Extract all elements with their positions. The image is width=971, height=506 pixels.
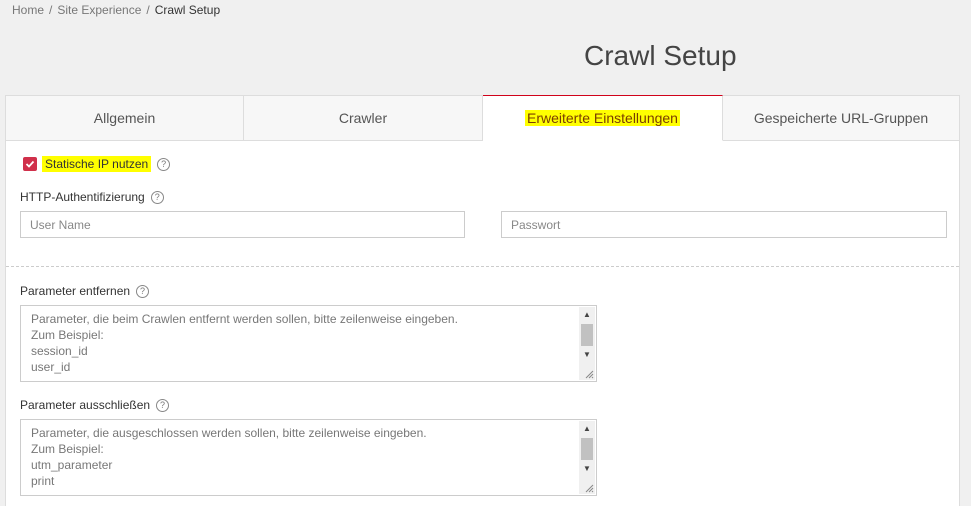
breadcrumb: Home / Site Experience / Crawl Setup (12, 3, 220, 17)
tab-bar: Allgemein Crawler Erweiterte Einstellung… (6, 95, 959, 141)
placeholder-line: Zum Beispiel: (31, 442, 104, 456)
static-ip-label[interactable]: Statische IP nutzen (42, 156, 152, 172)
tab-crawler[interactable]: Crawler (244, 96, 483, 140)
scroll-up-icon[interactable]: ▲ (579, 307, 595, 323)
scroll-thumb[interactable] (581, 324, 593, 346)
breadcrumb-separator: / (49, 3, 53, 17)
breadcrumb-home[interactable]: Home (12, 3, 44, 17)
page-title: Crawl Setup (584, 40, 737, 71)
placeholder-line: utm_parameter (31, 458, 113, 472)
password-field[interactable]: Passwort (501, 211, 947, 238)
http-auth-label: HTTP-Authentifizierung (20, 190, 145, 204)
scroll-down-icon[interactable]: ▼ (579, 461, 595, 477)
remove-params-label: Parameter entfernen (20, 284, 131, 298)
section-divider (6, 266, 959, 267)
settings-panel: Allgemein Crawler Erweiterte Einstellung… (5, 95, 960, 506)
tab-allgemein[interactable]: Allgemein (6, 96, 244, 140)
placeholder-line: Parameter, die beim Crawlen entfernt wer… (31, 312, 458, 326)
placeholder-line: session_id (31, 344, 88, 358)
exclude-params-label-row: Parameter ausschließen ? (20, 398, 170, 412)
scroll-down-icon[interactable]: ▼ (579, 347, 595, 363)
breadcrumb-separator: / (146, 3, 150, 17)
scroll-up-icon[interactable]: ▲ (579, 421, 595, 437)
exclude-params-textarea[interactable]: Parameter, die ausgeschlossen werden sol… (20, 419, 597, 496)
help-icon[interactable]: ? (150, 190, 164, 204)
tab-label: Erweiterte Einstellungen (525, 110, 680, 126)
breadcrumb-current: Crawl Setup (154, 3, 221, 17)
resize-handle-icon[interactable] (584, 483, 594, 493)
placeholder-line: Parameter, die ausgeschlossen werden sol… (31, 426, 427, 440)
tab-label: Gespeicherte URL-Gruppen (753, 110, 929, 126)
placeholder-line: print (31, 474, 55, 488)
http-auth-label-row: HTTP-Authentifizierung ? (20, 190, 164, 204)
breadcrumb-site-experience[interactable]: Site Experience (57, 3, 141, 17)
placeholder-line: Zum Beispiel: (31, 328, 104, 342)
tab-gespeicherte-url-gruppen[interactable]: Gespeicherte URL-Gruppen (723, 96, 959, 140)
resize-handle-icon[interactable] (584, 369, 594, 379)
username-field[interactable]: User Name (20, 211, 465, 238)
tab-label: Crawler (338, 110, 388, 126)
static-ip-row: Statische IP nutzen ? (23, 156, 171, 172)
placeholder-line: user_id (31, 360, 71, 374)
remove-params-textarea[interactable]: Parameter, die beim Crawlen entfernt wer… (20, 305, 597, 382)
tab-label: Allgemein (93, 110, 156, 126)
static-ip-checkbox[interactable] (23, 157, 37, 171)
tab-erweiterte-einstellungen[interactable]: Erweiterte Einstellungen (483, 95, 723, 141)
help-icon[interactable]: ? (136, 284, 150, 298)
help-icon[interactable]: ? (156, 398, 170, 412)
scroll-thumb[interactable] (581, 438, 593, 460)
checkmark-icon (25, 160, 35, 168)
help-icon[interactable]: ? (157, 157, 171, 171)
remove-params-label-row: Parameter entfernen ? (20, 284, 150, 298)
exclude-params-label: Parameter ausschließen (20, 398, 151, 412)
